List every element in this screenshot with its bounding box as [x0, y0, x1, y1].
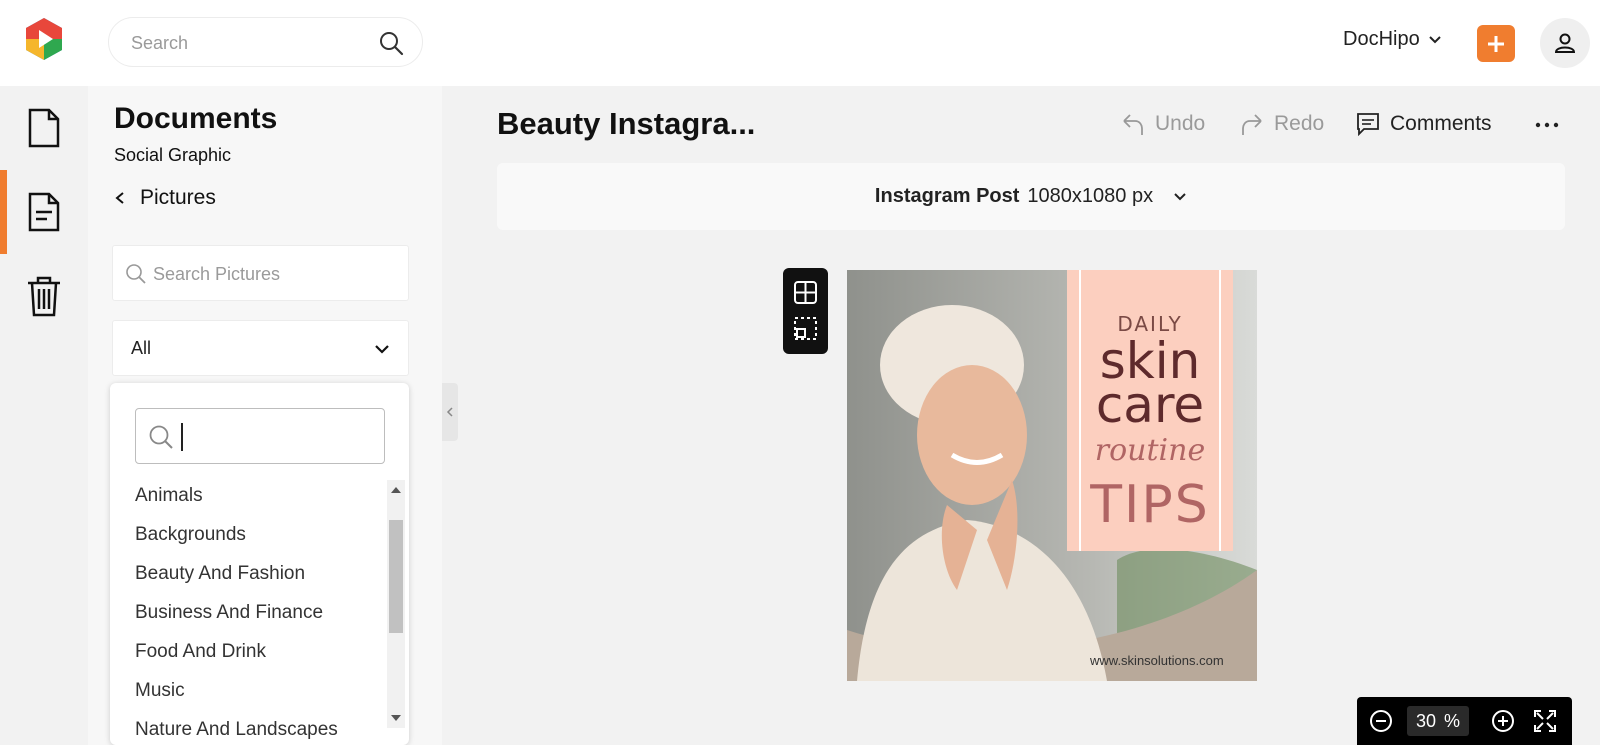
scrollbar-thumb[interactable]	[389, 520, 403, 633]
zoom-unit: %	[1444, 710, 1461, 731]
design-canvas[interactable]: DAILY skin care routine TIPS www.skinsol…	[847, 270, 1257, 681]
resize-icon[interactable]	[793, 316, 818, 341]
rail-item-social-graphic[interactable]	[0, 170, 88, 254]
design-url-text: www.skinsolutions.com	[1090, 653, 1224, 668]
back-label: Pictures	[140, 186, 216, 209]
collapse-panel-handle[interactable]	[442, 383, 458, 441]
comments-button[interactable]: Comments	[1356, 112, 1492, 136]
user-icon	[1554, 33, 1576, 53]
panel-title: Documents	[114, 102, 278, 135]
panel-subtitle: Social Graphic	[114, 145, 232, 165]
category-option[interactable]: Animals	[110, 476, 386, 515]
design-text-care: care	[1095, 376, 1205, 434]
chevron-down-icon	[375, 345, 389, 354]
zoom-number: 30	[1415, 710, 1436, 731]
redo-icon	[1242, 114, 1262, 135]
chevron-left-icon	[446, 407, 453, 417]
pictures-panel: Documents Social Graphic Pictures All An…	[88, 86, 442, 745]
search-icon[interactable]	[378, 30, 404, 56]
redo-label: Redo	[1274, 112, 1325, 135]
text-cursor	[181, 423, 183, 451]
size-name: Instagram Post	[874, 185, 1020, 207]
category-option[interactable]: Business And Finance	[110, 593, 386, 632]
search-icon	[126, 264, 146, 284]
category-scrollbar[interactable]	[387, 480, 405, 728]
document-text-icon	[28, 192, 60, 232]
grid-icon[interactable]	[793, 280, 818, 305]
workspace-name: DocHipo	[1343, 28, 1420, 50]
category-option[interactable]: Music	[110, 671, 386, 710]
create-new-button[interactable]	[1477, 25, 1515, 62]
category-option-list: Animals Backgrounds Beauty And Fashion B…	[110, 476, 386, 745]
chevron-down-icon	[1428, 35, 1441, 43]
back-to-pictures-button[interactable]: Pictures	[114, 186, 216, 210]
fullscreen-icon[interactable]	[1533, 709, 1557, 733]
global-search-input[interactable]	[131, 30, 371, 56]
document-icon	[28, 108, 60, 148]
user-avatar[interactable]	[1540, 18, 1590, 68]
design-text-routine: routine	[1094, 433, 1206, 468]
search-icon	[149, 425, 173, 449]
trash-icon	[28, 276, 60, 317]
redo-button[interactable]: Redo	[1240, 112, 1324, 136]
zoom-value[interactable]: 30 %	[1407, 706, 1469, 736]
document-title[interactable]: Beauty Instagra...	[497, 106, 755, 142]
headline-panel: DAILY skin care routine TIPS	[1067, 270, 1233, 551]
undo-label: Undo	[1155, 112, 1206, 135]
undo-icon	[1123, 114, 1143, 135]
zoom-in-icon[interactable]	[1491, 709, 1515, 733]
rail-item-documents[interactable]	[0, 86, 88, 170]
category-select[interactable]: All	[112, 320, 409, 376]
rail-item-trash[interactable]	[0, 254, 88, 338]
more-horizontal-icon	[1535, 122, 1559, 128]
zoom-out-icon[interactable]	[1369, 709, 1393, 733]
picture-search-input[interactable]	[153, 261, 393, 287]
zoom-controls: 30 %	[1357, 697, 1572, 745]
chevron-left-icon	[115, 192, 124, 204]
category-option[interactable]: Food And Drink	[110, 632, 386, 671]
comment-icon	[1357, 113, 1379, 136]
category-option[interactable]: Backgrounds	[110, 515, 386, 554]
category-filter-input[interactable]	[135, 408, 385, 464]
top-bar: DocHipo	[0, 0, 1600, 86]
undo-button[interactable]: Undo	[1121, 112, 1205, 136]
more-options-button[interactable]	[1532, 110, 1562, 140]
scroll-down-arrow-icon[interactable]	[391, 715, 401, 721]
category-option[interactable]: Nature And Landscapes	[110, 710, 386, 745]
scroll-up-arrow-icon[interactable]	[391, 487, 401, 493]
comments-label: Comments	[1390, 112, 1492, 135]
canvas-floating-tools	[783, 268, 828, 354]
document-size-selector[interactable]: Instagram Post 1080x1080 px	[497, 163, 1565, 230]
workspace-switcher[interactable]: DocHipo	[1343, 28, 1442, 51]
category-dropdown: Animals Backgrounds Beauty And Fashion B…	[110, 383, 409, 745]
plus-icon	[1488, 35, 1504, 52]
chevron-down-icon	[1174, 192, 1186, 200]
global-search	[108, 17, 423, 67]
dochipo-logo-icon[interactable]	[22, 16, 66, 62]
left-rail	[0, 86, 88, 745]
design-text-tips: TIPS	[1090, 475, 1210, 535]
category-selected-value: All	[131, 338, 152, 358]
category-option[interactable]: Beauty And Fashion	[110, 554, 386, 593]
picture-search	[112, 245, 409, 301]
size-dimensions: 1080x1080 px	[1027, 185, 1154, 207]
